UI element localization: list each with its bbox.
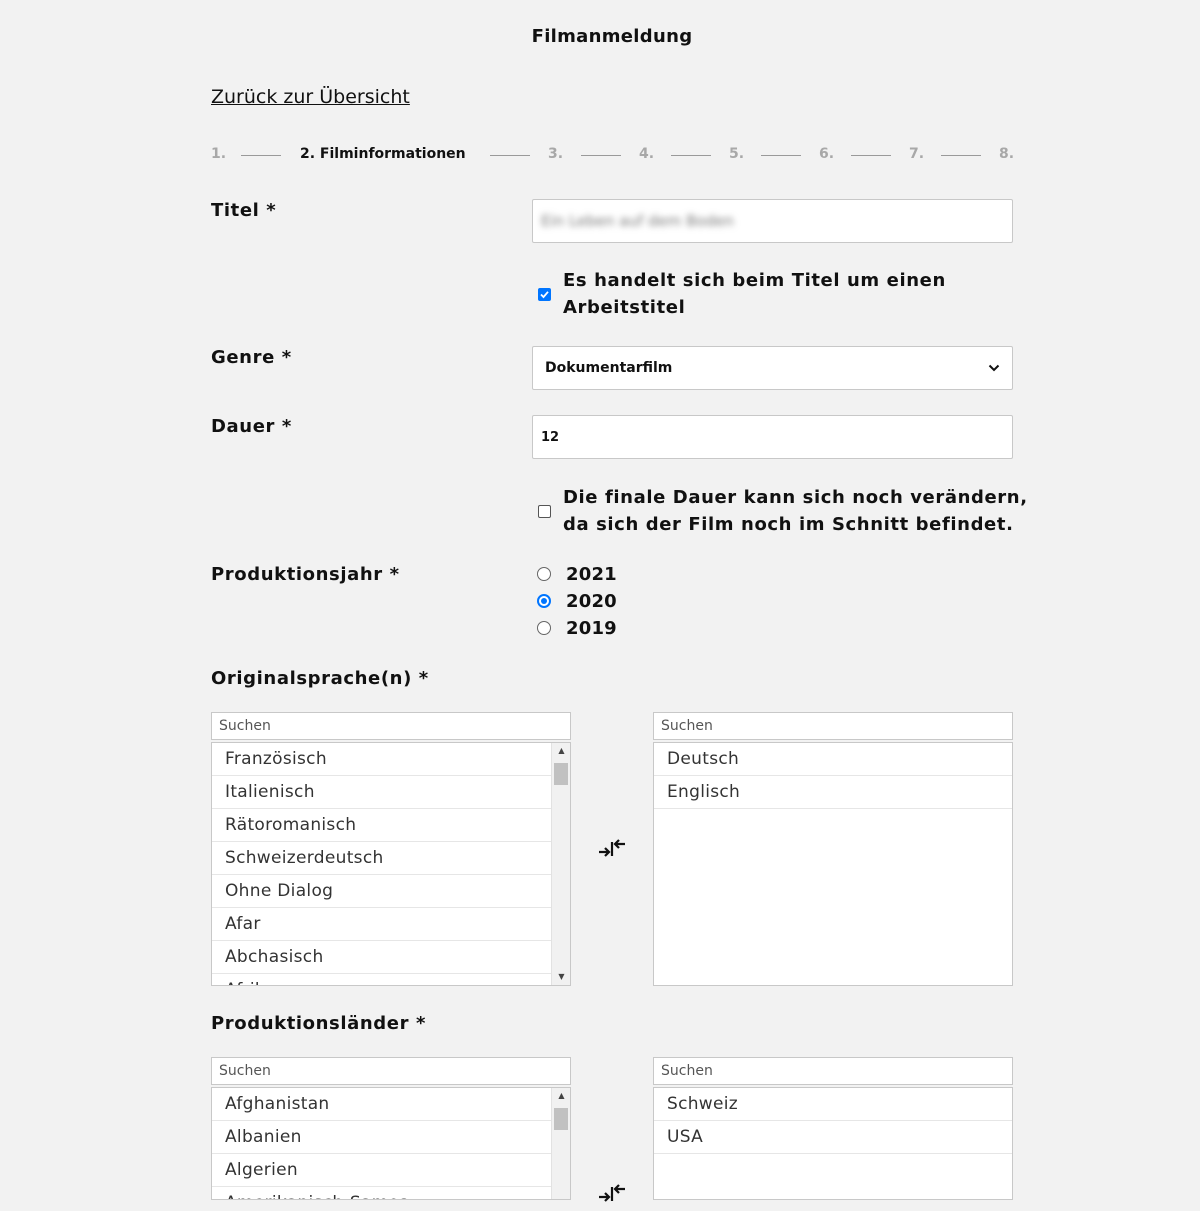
working-title-label: Es handelt sich beim Titel um einen Arbe…: [563, 270, 946, 318]
countries-available-search-input[interactable]: [211, 1057, 571, 1085]
list-item[interactable]: Deutsch: [654, 743, 1012, 776]
scrollbar[interactable]: ▲: [551, 1088, 570, 1199]
checkmark-icon: [540, 291, 549, 299]
list-item[interactable]: Afar: [212, 908, 552, 941]
list-item[interactable]: Englisch: [654, 776, 1012, 809]
transfer-arrows-icon[interactable]: [598, 1181, 626, 1211]
list-item[interactable]: Ohne Dialog: [212, 875, 552, 908]
duration-label: Dauer *: [211, 416, 292, 437]
languages-selected-list[interactable]: Deutsch Englisch: [653, 742, 1013, 986]
list-item[interactable]: Rätoromanisch: [212, 809, 552, 842]
step-7[interactable]: 7.: [909, 146, 924, 162]
list-item[interactable]: Schweizerdeutsch: [212, 842, 552, 875]
year-option-label: 2021: [566, 564, 617, 585]
step-2-current: 2. Filminformationen: [300, 146, 466, 162]
duration-input[interactable]: [532, 415, 1013, 459]
scroll-up-arrow-icon[interactable]: ▲: [552, 745, 570, 757]
step-divider: [671, 155, 711, 156]
genre-select[interactable]: Dokumentarfilm: [532, 346, 1013, 390]
production-countries-label: Produktionsländer *: [211, 1013, 426, 1034]
languages-available-list[interactable]: Französisch Italienisch Rätoromanisch Sc…: [211, 742, 571, 986]
year-radio-2021[interactable]: [537, 567, 551, 581]
step-divider: [490, 155, 530, 156]
title-input[interactable]: Ein Leben auf dem Boden: [532, 199, 1013, 243]
list-item[interactable]: Italienisch: [212, 776, 552, 809]
countries-selected-search-input[interactable]: [653, 1057, 1013, 1085]
list-item[interactable]: Albanien: [212, 1121, 552, 1154]
scroll-up-arrow-icon[interactable]: ▲: [552, 1090, 570, 1102]
back-to-overview-link[interactable]: Zurück zur Übersicht: [211, 86, 410, 108]
countries-selected-list[interactable]: Schweiz USA: [653, 1087, 1013, 1200]
working-title-checkbox[interactable]: [538, 288, 551, 301]
genre-label: Genre *: [211, 347, 292, 368]
title-label: Titel *: [211, 200, 277, 221]
step-5[interactable]: 5.: [729, 146, 744, 162]
step-8[interactable]: 8.: [999, 146, 1014, 162]
scrollbar[interactable]: ▲ ▼: [551, 743, 570, 985]
title-value: Ein Leben auf dem Boden: [541, 212, 734, 230]
scrollbar-thumb[interactable]: [554, 1108, 568, 1130]
year-radio-2019[interactable]: [537, 621, 551, 635]
chevron-down-icon: [988, 364, 1000, 372]
list-item[interactable]: Afghanistan: [212, 1088, 552, 1121]
production-year-label: Produktionsjahr *: [211, 564, 400, 585]
list-item[interactable]: Abchasisch: [212, 941, 552, 974]
scroll-down-arrow-icon[interactable]: ▼: [552, 971, 570, 983]
original-languages-label: Originalsprache(n) *: [211, 668, 429, 689]
step-divider: [851, 155, 891, 156]
list-item[interactable]: USA: [654, 1121, 1012, 1154]
final-duration-checkbox[interactable]: [538, 505, 551, 518]
list-item[interactable]: Afrikaans: [212, 974, 552, 985]
year-option-label: 2020: [566, 591, 617, 612]
page-title: Filmanmeldung: [531, 26, 693, 47]
list-item[interactable]: Französisch: [212, 743, 552, 776]
list-item[interactable]: Algerien: [212, 1154, 552, 1187]
list-item[interactable]: Schweiz: [654, 1088, 1012, 1121]
step-divider: [581, 155, 621, 156]
year-radio-2020[interactable]: [537, 594, 551, 608]
step-progress: 1. 2. Filminformationen 3. 4. 5. 6. 7. 8…: [211, 146, 1014, 166]
step-divider: [241, 155, 281, 156]
final-duration-label: Die finale Dauer kann sich noch veränder…: [563, 487, 1028, 535]
step-6[interactable]: 6.: [819, 146, 834, 162]
step-3[interactable]: 3.: [548, 146, 563, 162]
step-divider: [761, 155, 801, 156]
scrollbar-thumb[interactable]: [554, 763, 568, 785]
countries-available-list[interactable]: Afghanistan Albanien Algerien Amerikanis…: [211, 1087, 571, 1200]
year-option-label: 2019: [566, 618, 617, 639]
languages-available-search-input[interactable]: [211, 712, 571, 740]
step-divider: [941, 155, 981, 156]
step-4[interactable]: 4.: [639, 146, 654, 162]
transfer-arrows-icon[interactable]: [598, 836, 626, 866]
genre-selected-value: Dokumentarfilm: [545, 360, 673, 376]
step-1[interactable]: 1.: [211, 146, 226, 162]
list-item[interactable]: Amerikanisch-Samoa: [212, 1187, 552, 1199]
languages-selected-search-input[interactable]: [653, 712, 1013, 740]
